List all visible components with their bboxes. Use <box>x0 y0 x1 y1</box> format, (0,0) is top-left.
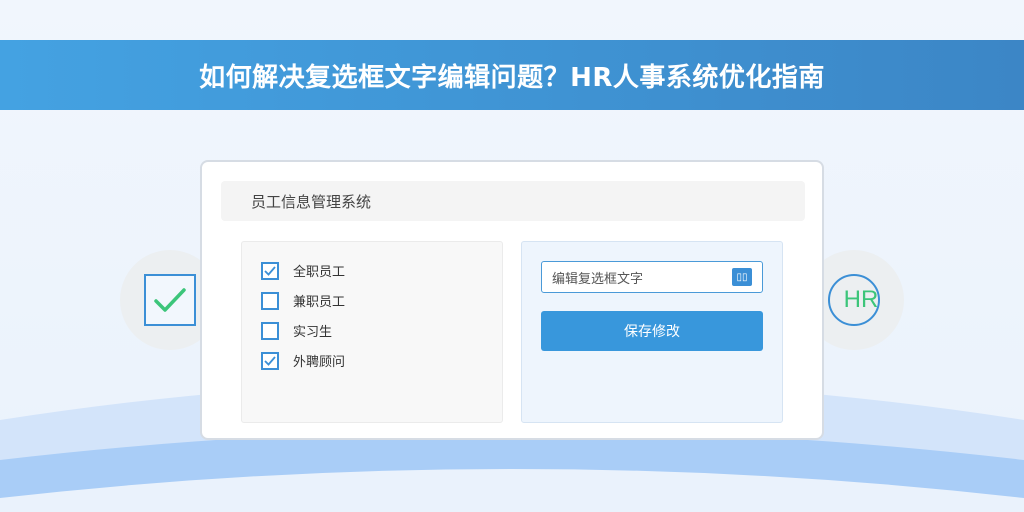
window-title: 员工信息管理系统 <box>251 192 372 211</box>
checkbox-list-panel: 全职员工 兼职员工 实习生 外聘顾问 <box>241 241 503 423</box>
checkbox-label: 外聘顾问 <box>293 355 346 370</box>
checkbox-text-input[interactable]: 编辑复选框文字 ▯▯ <box>541 261 763 293</box>
checkbox-row-parttime[interactable]: 兼职员工 <box>261 291 345 310</box>
checkbox-check-icon <box>144 274 196 326</box>
hr-logo-text: HR <box>843 286 879 313</box>
checkbox-label: 兼职员工 <box>293 295 346 310</box>
checkbox-row-fulltime[interactable]: 全职员工 <box>261 261 345 280</box>
save-button[interactable]: 保存修改 <box>541 311 763 351</box>
checkbox-parttime[interactable] <box>261 291 279 310</box>
page-title: 如何解决复选框文字编辑问题？HR人事系统优化指南 <box>199 62 825 93</box>
checkbox-row-consultant[interactable]: 外聘顾问 <box>261 351 345 370</box>
title-banner: 如何解决复选框文字编辑问题？HR人事系统优化指南 <box>0 40 1024 110</box>
window-header: 员工信息管理系统 <box>221 181 805 221</box>
hr-logo-icon: HR <box>828 274 880 326</box>
check-mark-icon <box>264 355 276 366</box>
edit-panel: 编辑复选框文字 ▯▯ 保存修改 <box>521 241 783 423</box>
input-value: 编辑复选框文字 <box>552 271 644 287</box>
checkbox-label: 全职员工 <box>293 265 346 280</box>
checkbox-row-intern[interactable]: 实习生 <box>261 321 332 340</box>
checkbox-consultant[interactable] <box>261 351 279 370</box>
checkbox-intern[interactable] <box>261 321 279 340</box>
check-mark-icon <box>264 265 276 276</box>
employee-system-window: 员工信息管理系统 全职员工 兼职员工 实习生 外聘顾问 编辑复选框文字 ▯▯ 保… <box>200 160 824 440</box>
edit-icon[interactable]: ▯▯ <box>732 268 752 286</box>
checkbox-label: 实习生 <box>293 325 333 340</box>
checkbox-fulltime[interactable] <box>261 261 279 280</box>
